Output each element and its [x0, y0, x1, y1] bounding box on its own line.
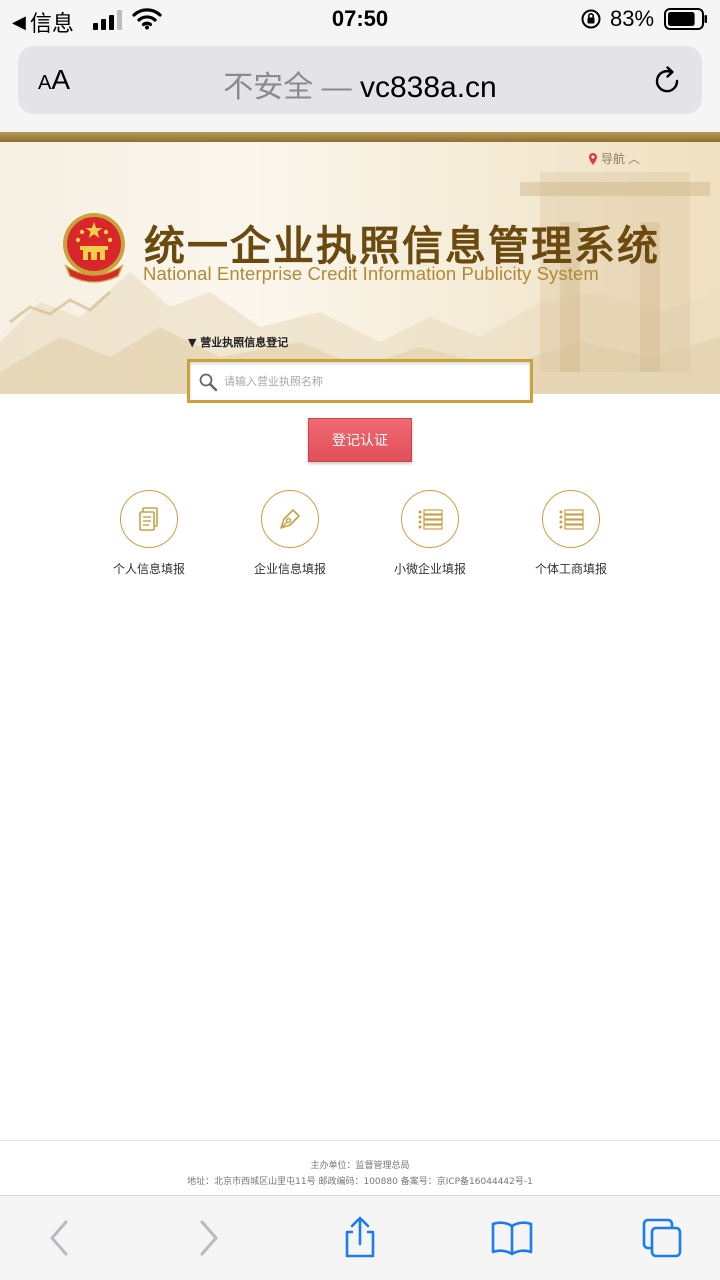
- license-name-input[interactable]: [224, 368, 524, 394]
- tabs-icon: [642, 1218, 682, 1258]
- battery-percent: 83%: [610, 6, 655, 31]
- nav-label: 导航: [601, 152, 626, 166]
- address-bar[interactable]: AA 不安全 — vc838a.cn: [18, 46, 702, 114]
- tabs-button[interactable]: [638, 1216, 686, 1260]
- nav-menu-link[interactable]: 导航 ︿: [588, 150, 640, 167]
- chevron-right-icon: [200, 1220, 218, 1256]
- site-title-en: National Enterprise Credit Information P…: [143, 263, 599, 284]
- forward-button[interactable]: [184, 1216, 232, 1260]
- browser-toolbar: [0, 1195, 720, 1280]
- bookmarks-book-icon: [491, 1221, 533, 1256]
- header-gold-stripe: [0, 132, 720, 142]
- registration-section-label: ▼ 营业执照信息登记: [188, 336, 289, 349]
- national-emblem-icon: [63, 213, 125, 283]
- footer-sponsor: 主办单位：监督管理总局: [310, 1161, 410, 1171]
- register-verify-button[interactable]: 登记认证: [308, 418, 412, 462]
- feature-label: 小微企业填报: [393, 562, 466, 576]
- header-banner: 导航 ︿ 统一企业执照信息管理系统 National Enterprise Cr…: [0, 142, 720, 394]
- list-icon: [542, 490, 600, 548]
- feature-label: 个人信息填报: [112, 562, 185, 576]
- insecure-label: 不安全 —: [223, 71, 352, 104]
- page-footer: 主办单位：监督管理总局 地址：北京市西城区山里屯11号 邮政编码：100880 …: [0, 1141, 720, 1195]
- back-button[interactable]: [36, 1216, 84, 1260]
- chevron-up-icon: ︿: [628, 152, 641, 166]
- browser-address-area: AA 不安全 — vc838a.cn: [0, 40, 720, 132]
- battery-icon: [664, 8, 707, 30]
- feature-enterprise-info[interactable]: 企业信息填报: [230, 490, 350, 580]
- license-search-box[interactable]: [187, 359, 533, 403]
- search-icon: [199, 373, 218, 392]
- bookmarks-button[interactable]: [488, 1216, 536, 1260]
- chevron-left-icon: [50, 1220, 68, 1256]
- share-icon: [345, 1216, 375, 1258]
- list-icon: [401, 490, 459, 548]
- share-button[interactable]: [336, 1216, 384, 1260]
- feature-label: 企业信息填报: [253, 562, 326, 576]
- feature-personal-info[interactable]: 个人信息填报: [89, 490, 209, 580]
- footer-address: 地址：北京市西城区山里屯11号 邮政编码：100880 备案号：京ICP备160…: [187, 1177, 533, 1187]
- document-icon: [120, 490, 178, 548]
- feature-label: 个体工商填报: [534, 562, 607, 576]
- rotation-lock-icon: [581, 9, 601, 29]
- location-pin-icon: [589, 152, 597, 165]
- url-domain: vc838a.cn: [351, 71, 497, 104]
- url-display[interactable]: 不安全 — vc838a.cn: [18, 62, 702, 106]
- status-bar: ◀ 信息 07:50 83%: [0, 0, 720, 40]
- feature-small-business[interactable]: 小微企业填报: [370, 490, 490, 580]
- feature-individual-business[interactable]: 个体工商填报: [511, 490, 631, 580]
- pen-icon: [261, 490, 319, 548]
- reload-icon[interactable]: [650, 64, 684, 98]
